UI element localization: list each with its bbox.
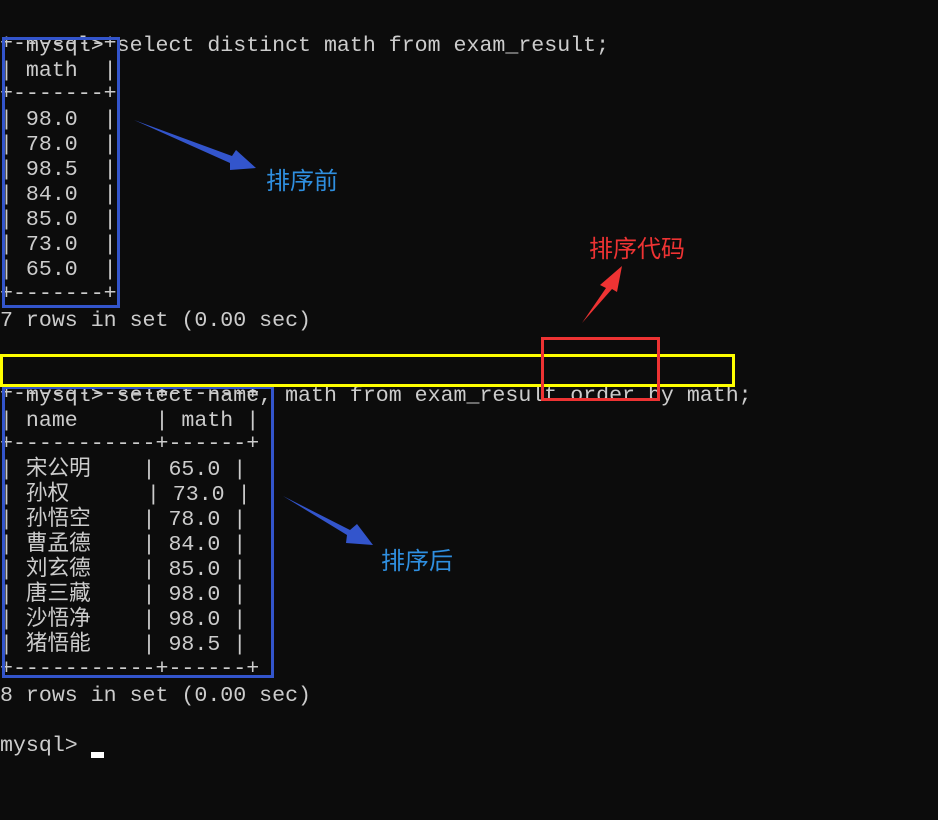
arrow-code-icon [582,266,622,323]
arrow-before-icon [134,120,256,170]
sort-code-label: 排序代码 [589,235,685,263]
arrow-after-icon [283,496,373,545]
annotation-arrows [134,120,622,545]
before-sort-label: 排序前 [266,167,338,195]
after-sort-label: 排序后 [381,547,453,575]
